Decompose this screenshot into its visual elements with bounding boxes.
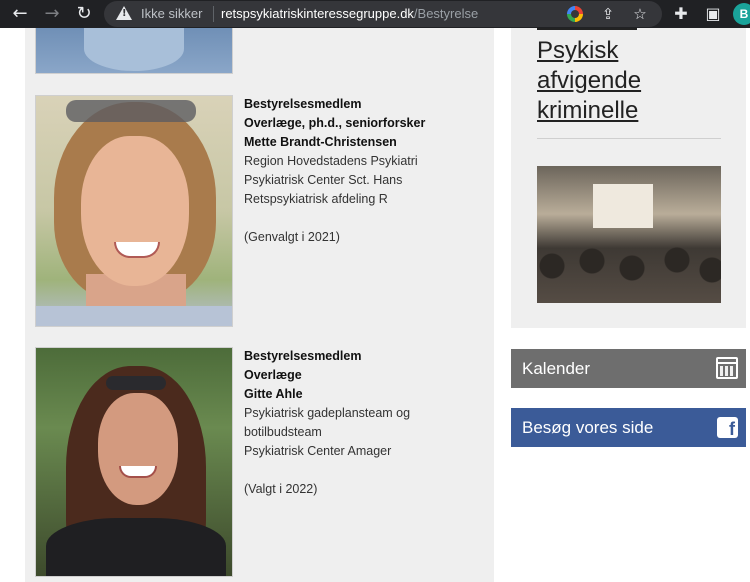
member-affiliation: Region Hovedstadens Psykiatri (244, 154, 418, 168)
member-election-status: (Genvalgt i 2021) (244, 230, 340, 244)
url-host: retspsykiatriskinteressegruppe.dk (221, 6, 414, 21)
sidebar-feature-image[interactable] (537, 166, 721, 303)
facebook-button[interactable]: Besøg vores side f (511, 408, 746, 447)
address-separator (213, 6, 214, 22)
extensions-icon[interactable]: ✚ (670, 3, 692, 25)
member-name: Gitte Ahle (244, 387, 303, 401)
photo-face (98, 393, 178, 505)
url-text[interactable]: retspsykiatriskinteressegruppe.dk/Bestyr… (221, 6, 478, 21)
bookmark-star-icon[interactable]: ☆ (631, 5, 649, 23)
google-lens-icon[interactable] (566, 5, 584, 23)
member-title: Overlæge (244, 368, 302, 382)
calendar-icon (716, 357, 738, 379)
member-affiliation: Retspsykiatrisk afdeling R (244, 192, 388, 206)
image-projection-screen (593, 184, 653, 228)
share-icon[interactable]: ⇪ (599, 5, 617, 23)
member-photo-previous (35, 28, 233, 74)
member-election-status: (Valgt i 2022) (244, 482, 318, 496)
photo-sunglasses (66, 100, 196, 122)
image-audience (537, 246, 721, 303)
reload-icon[interactable]: ↻ (73, 3, 95, 25)
side-panel-icon[interactable]: ▣ (702, 3, 724, 25)
member-affiliation: Psykiatrisk Center Amager (244, 444, 392, 458)
sidebar-feature-panel: Psykisk afvigende kriminelle (511, 28, 746, 328)
member-title: Overlæge, ph.d., seniorforsker (244, 116, 426, 130)
address-bar[interactable]: Ikke sikker retspsykiatriskinteressegrup… (104, 1, 662, 27)
facebook-icon: f (717, 417, 738, 439)
photo-smile (119, 466, 157, 478)
browser-toolbar: ← → ↻ Ikke sikker retspsykiatriskinteres… (0, 0, 750, 28)
member-affiliation: botilbudsteam (244, 425, 322, 439)
calendar-label: Kalender (522, 359, 591, 378)
sidebar-feature-link[interactable]: Psykisk afvigende kriminelle (537, 36, 727, 126)
sidebar-link-overline (537, 28, 637, 34)
member-photo (35, 347, 233, 577)
calendar-button[interactable]: Kalender (511, 349, 746, 388)
photo-body (46, 518, 226, 576)
back-icon[interactable]: ← (9, 3, 31, 25)
page-content: Bestyrelsesmedlem Overlæge, ph.d., senio… (0, 28, 750, 582)
photo-shirt (36, 306, 232, 326)
photo-face (81, 136, 189, 286)
member-role: Bestyrelsesmedlem (244, 349, 362, 363)
security-label[interactable]: Ikke sikker (141, 6, 202, 21)
facebook-label: Besøg vores side (522, 418, 654, 437)
url-path: /Bestyrelse (413, 6, 479, 21)
member-affiliation: Psykiatrisk gadeplansteam og (244, 406, 411, 420)
member-photo (35, 95, 233, 327)
member-bio: Bestyrelsesmedlem Overlæge Gitte Ahle Ps… (244, 347, 494, 499)
member-role: Bestyrelsesmedlem (244, 97, 362, 111)
profile-avatar[interactable]: B (733, 3, 750, 25)
forward-icon[interactable]: → (41, 3, 63, 25)
google-g-icon (567, 6, 583, 22)
warning-icon[interactable] (116, 6, 132, 20)
board-members-column: Bestyrelsesmedlem Overlæge, ph.d., senio… (25, 28, 494, 582)
member-name: Mette Brandt-Christensen (244, 135, 397, 149)
member-bio: Bestyrelsesmedlem Overlæge, ph.d., senio… (244, 95, 494, 247)
member-affiliation: Psykiatrisk Center Sct. Hans (244, 173, 403, 187)
sidebar-divider (537, 138, 721, 139)
photo-sunglasses (106, 376, 166, 390)
